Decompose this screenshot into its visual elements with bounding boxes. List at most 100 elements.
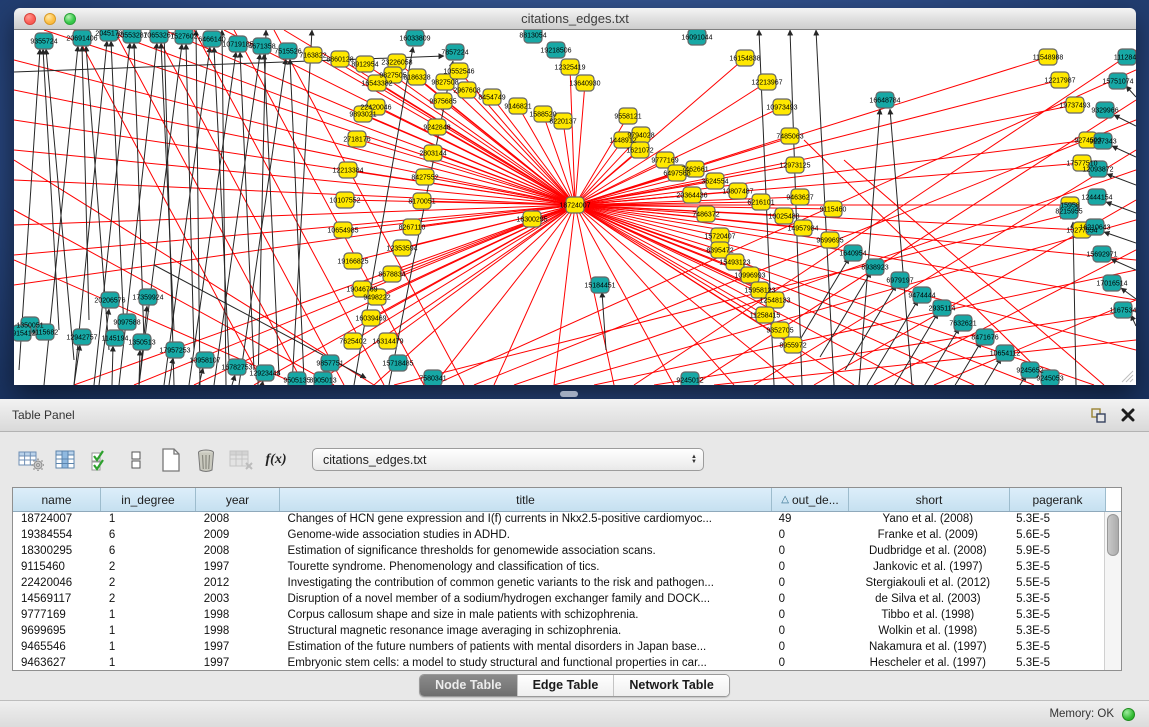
table-cell: Franke et al. (2009): [847, 528, 1008, 544]
graph-edge: [363, 114, 575, 205]
table-cell: 0: [771, 528, 848, 544]
graph-node-label: 10807487: [722, 189, 753, 196]
scrollbar-thumb[interactable]: [1107, 514, 1119, 556]
table-row[interactable]: 1938455462009Genome-wide association stu…: [13, 528, 1104, 544]
graph-node-label: 8170051: [408, 199, 435, 206]
column-header-in_degree[interactable]: in_degree: [101, 488, 196, 511]
close-panel-icon[interactable]: [1121, 408, 1135, 422]
graph-node-label: 13640930: [569, 81, 600, 88]
graph-node-label: 9115460: [820, 207, 847, 214]
table-cell: 22420046: [13, 576, 101, 592]
row-height-icon[interactable]: [121, 447, 151, 473]
table-combo-select[interactable]: citations_edges.txt ▲▼: [312, 448, 704, 471]
graph-node-label: 9474444: [908, 293, 935, 300]
table-cell: 0: [771, 592, 848, 608]
column-header-year[interactable]: year: [196, 488, 280, 511]
graph-node-label: 12093872: [1082, 167, 1113, 174]
table-toolbar: f(x) citations_edges.txt ▲▼: [0, 432, 1149, 487]
tab-node-table[interactable]: Node Table: [420, 675, 517, 696]
function-builder-icon[interactable]: f(x): [261, 447, 291, 473]
graph-node-label: 20206576: [94, 298, 125, 305]
select-columns-icon[interactable]: [86, 447, 116, 473]
graph-node-label: 8427552: [411, 175, 438, 182]
network-window[interactable]: citations_edges.txt 18724007271817612213…: [14, 8, 1136, 385]
table-row[interactable]: 1456911722003Disruption of a novel membe…: [13, 592, 1104, 608]
network-window-titlebar[interactable]: citations_edges.txt: [14, 8, 1136, 30]
resize-grip-icon[interactable]: [1118, 367, 1134, 383]
graph-node-label: 1350051: [16, 323, 43, 330]
table-cell: Tibbo et al. (1998): [847, 608, 1008, 624]
delete-columns-icon[interactable]: [191, 447, 221, 473]
column-header-title[interactable]: title: [280, 488, 772, 511]
graph-node-label: 2935114: [929, 306, 956, 313]
table-row[interactable]: 946362711997Embryonic stem cells: a mode…: [13, 656, 1104, 670]
graph-node-label: 8938923: [861, 265, 888, 272]
graph-edge: [240, 52, 254, 370]
table-cell: Stergiakouli et al. (2012): [847, 576, 1008, 592]
graph-node-label: 17016514: [1096, 281, 1127, 288]
graph-edge: [43, 49, 59, 330]
citation-network-graph: 1872400727181761221338410107552106549851…: [14, 30, 1136, 385]
table-mode-icon[interactable]: [16, 447, 46, 473]
table-cell: 1998: [196, 608, 280, 624]
combo-selected-value: citations_edges.txt: [323, 453, 691, 467]
table-cell: 0: [771, 608, 848, 624]
table-cell: 5.6E-5: [1008, 528, 1104, 544]
graph-node-label: 19046769: [346, 287, 377, 294]
table-header-row: namein_degreeyeartitle△out_de...shortpag…: [13, 488, 1121, 512]
sort-ascending-icon: △: [781, 494, 789, 505]
table-cell: 6: [101, 528, 196, 544]
combo-arrows-icon: ▲▼: [691, 455, 697, 465]
table-row[interactable]: 946554611997Estimation of the future num…: [13, 640, 1104, 656]
graph-node-label: 12213384: [332, 168, 363, 175]
graph-node-label: 6979197: [886, 278, 913, 285]
column-header-short[interactable]: short: [849, 488, 1010, 511]
graph-node-label: 16314479: [372, 339, 403, 346]
graph-edge: [239, 59, 286, 385]
vertical-scrollbar[interactable]: [1104, 512, 1121, 670]
network-canvas[interactable]: 1872400727181761221338410107552106549851…: [14, 30, 1136, 385]
column-header-out_de[interactable]: △out_de...: [772, 488, 849, 511]
graph-edge: [1106, 202, 1136, 213]
column-header-pagerank[interactable]: pagerank: [1010, 488, 1106, 511]
table-row[interactable]: 911546021997Tourette syndrome. Phenomeno…: [13, 560, 1104, 576]
tab-network-table[interactable]: Network Table: [614, 675, 729, 696]
tab-edge-table[interactable]: Edge Table: [518, 675, 615, 696]
graph-node-label: 9227343: [1089, 139, 1116, 146]
table-cell: 1997: [196, 560, 280, 576]
table-row[interactable]: 1830029562008Estimation of significance …: [13, 544, 1104, 560]
table-cell: 18300295: [13, 544, 101, 560]
graph-node-label: 15184451: [584, 283, 615, 290]
graph-node-label: 12353594: [386, 246, 417, 253]
table-cell: 1: [101, 512, 196, 528]
graph-node-label: 10025488: [768, 214, 799, 221]
graph-node-label: 8471676: [971, 335, 998, 342]
table-cell: Embryonic stem cells: a model to study s…: [280, 656, 771, 670]
graph-node-label: 16648784: [869, 98, 900, 105]
graph-node-label: 18724007: [559, 203, 590, 210]
graph-node-label: 15720407: [704, 234, 735, 241]
graph-node-label: 6216101: [747, 200, 774, 207]
graph-edge: [820, 272, 871, 357]
table-row[interactable]: 969969511998Structural magnetic resonanc…: [13, 624, 1104, 640]
graph-edge: [46, 49, 74, 360]
graph-node-label: 9558121: [614, 114, 641, 121]
graph-edge: [575, 83, 585, 205]
graph-node-label: 9827508: [431, 80, 458, 87]
table-cell: 0: [771, 656, 848, 670]
column-header-name[interactable]: name: [13, 488, 101, 511]
table-body: 1872400712008Changes of HCN gene express…: [13, 512, 1104, 670]
graph-edge: [169, 358, 173, 385]
panel-splitter-handle[interactable]: [560, 391, 578, 397]
table-row[interactable]: 1872400712008Changes of HCN gene express…: [13, 512, 1104, 528]
table-tab-bar: Node TableEdge TableNetwork Table: [0, 671, 1149, 700]
float-window-icon[interactable]: [1090, 407, 1107, 423]
table-row[interactable]: 2242004622012Investigating the contribut…: [13, 576, 1104, 592]
table-cell: 5.9E-5: [1008, 544, 1104, 560]
graph-edge: [264, 54, 279, 375]
column-visibility-icon[interactable]: [51, 447, 81, 473]
table-row[interactable]: 977716911998Corpus callosum shape and si…: [13, 608, 1104, 624]
graph-edge: [1126, 86, 1136, 97]
table-cell: 14569117: [13, 592, 101, 608]
new-column-icon[interactable]: [156, 447, 186, 473]
